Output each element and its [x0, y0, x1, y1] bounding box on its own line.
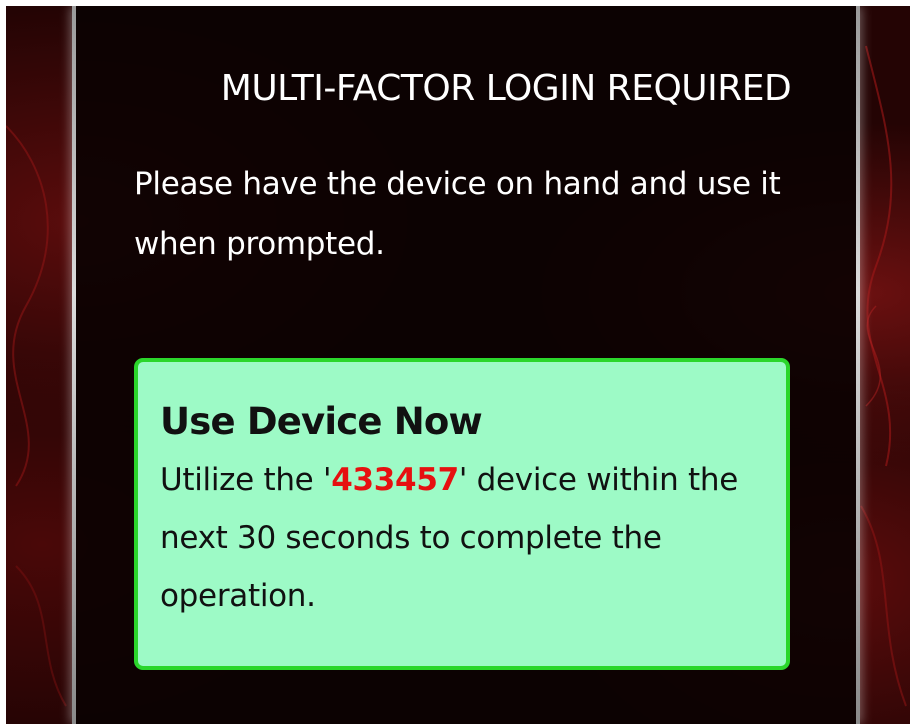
alert-message-prefix: Utilize the ' — [160, 462, 332, 498]
alert-heading: Use Device Now — [160, 400, 483, 443]
use-device-alert: Use Device Now Utilize the '433457' devi… — [134, 358, 790, 670]
page-title: MULTI-FACTOR LOGIN REQUIRED — [220, 68, 792, 109]
device-code: 433457 — [331, 462, 459, 498]
mfa-panel: MULTI-FACTOR LOGIN REQUIRED Please have … — [72, 6, 860, 724]
instruction-text: Please have the device on hand and use i… — [134, 166, 781, 262]
alert-message: Utilize the '433457' device within the n… — [160, 451, 764, 625]
screen: MULTI-FACTOR LOGIN REQUIRED Please have … — [6, 6, 910, 724]
